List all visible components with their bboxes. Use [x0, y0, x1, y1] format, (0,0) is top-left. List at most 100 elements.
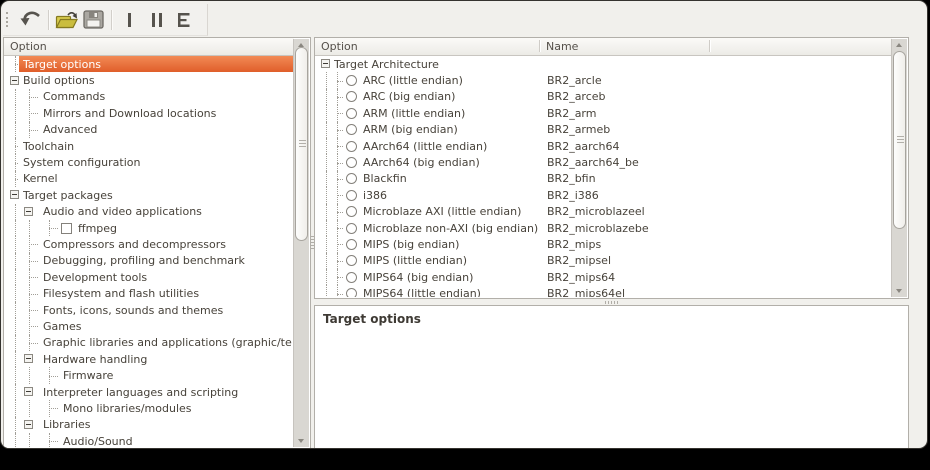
row-label: AArch64 (little endian)	[363, 140, 487, 153]
tree-row[interactable]: Microblaze non-AXI (big endian)BR2_micro…	[316, 220, 892, 236]
tree-row[interactable]: ARM (big endian)BR2_armeb	[316, 122, 892, 138]
scrollbar-grip	[897, 136, 904, 144]
tree-row[interactable]: Kernel	[5, 171, 294, 187]
tree-row[interactable]: Audio and video applications	[5, 204, 294, 220]
tree-row[interactable]: ARC (big endian)BR2_arceb	[316, 89, 892, 105]
tree-row[interactable]: ARC (little endian)BR2_arcle	[316, 72, 892, 88]
tree-guide	[19, 269, 39, 285]
radio-icon[interactable]	[346, 190, 357, 201]
tree-row[interactable]: BlackfinBR2_bfin	[316, 171, 892, 187]
tree-row[interactable]: Graphic libraries and applications (grap…	[5, 335, 294, 351]
single-view-button[interactable]	[116, 7, 143, 33]
expander-icon[interactable]	[19, 384, 39, 400]
radio-icon[interactable]	[346, 288, 357, 297]
tree-guide	[10, 105, 19, 121]
tree-row[interactable]: AArch64 (big endian)BR2_aarch64_be	[316, 154, 892, 170]
tree-row[interactable]: Target options	[5, 56, 294, 72]
tree-row[interactable]: Firmware	[5, 367, 294, 383]
tree-row[interactable]: MIPS (big endian)BR2_mips	[316, 236, 892, 252]
column-divider[interactable]	[709, 40, 710, 52]
tree-row[interactable]: Games	[5, 318, 294, 334]
full-view-button[interactable]	[170, 7, 197, 33]
tree-row[interactable]: Toolchain	[5, 138, 294, 154]
split-view-button[interactable]	[143, 7, 170, 33]
tree-row[interactable]: Interpreter languages and scripting	[5, 384, 294, 400]
radio-icon[interactable]	[346, 223, 357, 234]
radio-icon[interactable]	[346, 255, 357, 266]
tree-guide	[330, 220, 344, 236]
radio-icon[interactable]	[346, 108, 357, 119]
tree-row[interactable]: Fonts, icons, sounds and themes	[5, 302, 294, 318]
help-panel-title: Target options	[315, 306, 908, 332]
expander-icon[interactable]	[19, 351, 39, 367]
tree-row[interactable]: Compressors and decompressors	[5, 236, 294, 252]
tree-guide	[10, 253, 19, 269]
row-label: MIPS64 (little endian)	[363, 287, 481, 297]
row-label: Debugging, profiling and benchmark	[43, 254, 245, 267]
tree-row[interactable]: MIPS64 (big endian)BR2_mips64	[316, 269, 892, 285]
scroll-down-arrow-icon[interactable]	[298, 439, 304, 443]
row-label: Development tools	[43, 271, 147, 284]
scrollbar-thumb[interactable]	[295, 47, 308, 241]
radio-icon[interactable]	[346, 206, 357, 217]
tree-row[interactable]: Target packages	[5, 187, 294, 203]
tree-row[interactable]: Hardware handling	[5, 351, 294, 367]
radio-icon[interactable]	[346, 173, 357, 184]
left-vertical-scrollbar[interactable]	[293, 39, 309, 447]
expander-icon[interactable]	[19, 204, 39, 220]
tree-row[interactable]: Audio/Sound	[5, 433, 294, 447]
tree-row[interactable]: AArch64 (little endian)BR2_aarch64	[316, 138, 892, 154]
column-header-name[interactable]: Name	[546, 38, 578, 55]
tree-row[interactable]: Mirrors and Download locations	[5, 105, 294, 121]
tree-row[interactable]: Development tools	[5, 269, 294, 285]
tree-row[interactable]: Libraries	[5, 417, 294, 433]
tree-row[interactable]: Commands	[5, 89, 294, 105]
tree-guide	[10, 400, 19, 416]
tree-row[interactable]: Debugging, profiling and benchmark	[5, 253, 294, 269]
radio-icon[interactable]	[346, 272, 357, 283]
tree-row[interactable]: MIPS64 (little endian)BR2_mips64el	[316, 285, 892, 297]
scroll-down-arrow-icon[interactable]	[896, 289, 902, 293]
expander-icon[interactable]	[19, 417, 39, 433]
save-button[interactable]	[80, 7, 107, 33]
tree-row[interactable]: Target Architecture	[316, 56, 892, 72]
radio-icon[interactable]	[346, 157, 357, 168]
right-vertical-scrollbar[interactable]	[891, 39, 907, 297]
checkbox-icon[interactable]	[61, 223, 72, 234]
tree-row[interactable]: i386BR2_i386	[316, 187, 892, 203]
radio-icon[interactable]	[346, 124, 357, 135]
column-header-option[interactable]: Option	[321, 40, 358, 53]
radio-icon[interactable]	[346, 239, 357, 250]
row-label: MIPS64 (big endian)	[363, 271, 473, 284]
scroll-up-arrow-icon[interactable]	[896, 43, 902, 47]
tree-guide	[19, 302, 39, 318]
back-button[interactable]	[17, 7, 44, 33]
tree-row[interactable]: ARM (little endian)BR2_arm	[316, 105, 892, 121]
tree-guide	[19, 236, 39, 252]
tree-row[interactable]: ffmpeg	[5, 220, 294, 236]
expander-icon[interactable]	[10, 72, 19, 88]
radio-icon[interactable]	[346, 75, 357, 86]
radio-icon[interactable]	[346, 141, 357, 152]
radio-icon[interactable]	[346, 91, 357, 102]
tree-row[interactable]: Mono libraries/modules	[5, 400, 294, 416]
tree-row[interactable]: Microblaze AXI (little endian)BR2_microb…	[316, 204, 892, 220]
tree-guide	[321, 171, 330, 187]
tree-guide	[330, 105, 344, 121]
tree-row[interactable]: Advanced	[5, 122, 294, 138]
toolbar-drag-handle[interactable]	[6, 12, 11, 27]
tree-row[interactable]: Build options	[5, 72, 294, 88]
left-column-header-option[interactable]: Option	[4, 38, 294, 56]
tree-row[interactable]: MIPS (little endian)BR2_mipsel	[316, 253, 892, 269]
tree-guide	[19, 253, 39, 269]
tree-guide	[10, 335, 19, 351]
tree-row[interactable]: System configuration	[5, 154, 294, 170]
open-button[interactable]	[53, 7, 80, 33]
column-divider[interactable]	[539, 40, 540, 52]
row-label: ARM (big endian)	[363, 123, 458, 136]
expander-icon[interactable]	[10, 187, 19, 203]
tree-row[interactable]: Filesystem and flash utilities	[5, 285, 294, 301]
expander-icon[interactable]	[321, 56, 330, 72]
scrollbar-thumb[interactable]	[893, 51, 906, 229]
tree-guide	[10, 56, 19, 72]
